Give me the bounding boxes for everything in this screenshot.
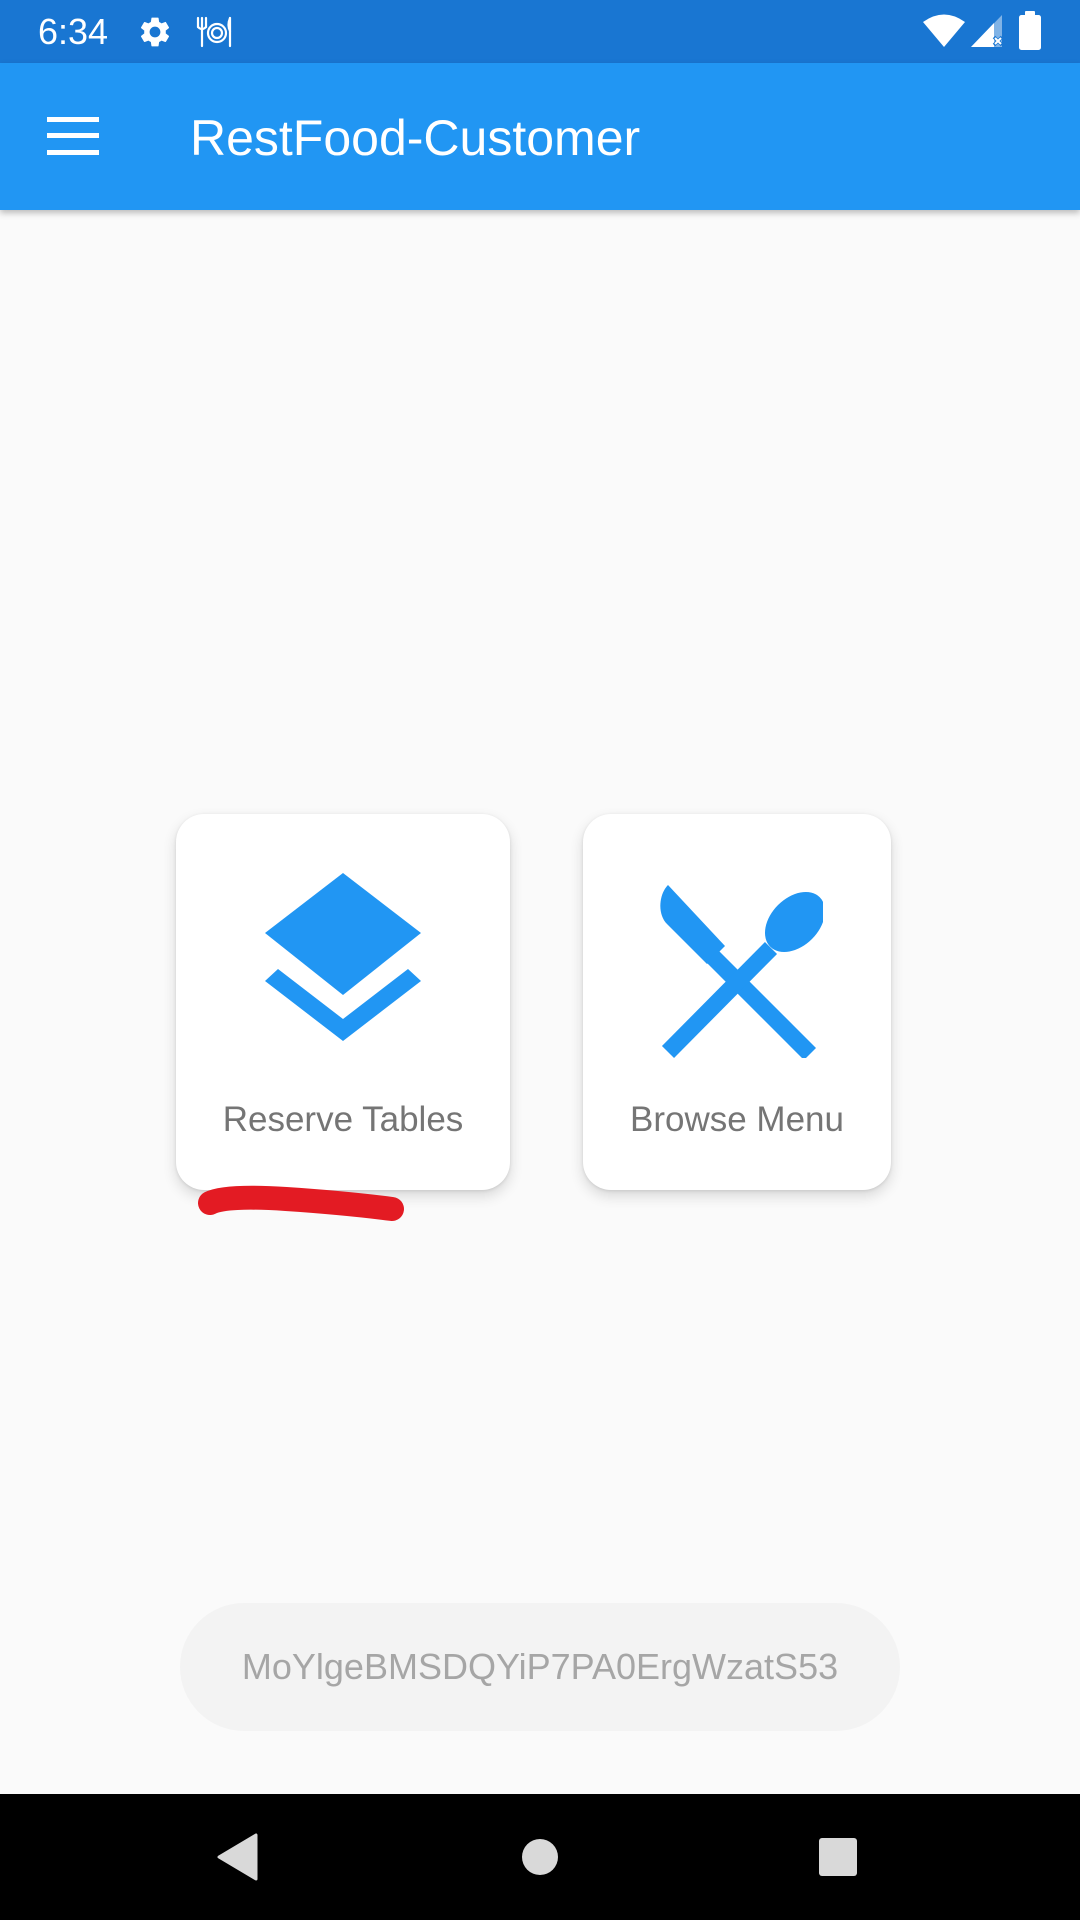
app-bar: RestFood-Customer	[0, 63, 1080, 210]
layers-icon	[265, 873, 421, 1041]
restaurant-icon	[196, 16, 232, 48]
browse-menu-card[interactable]: Browse Menu	[583, 814, 891, 1190]
user-id-chip: MoYlgeBMSDQYiP7PA0ErgWzatS53	[180, 1603, 900, 1731]
back-button[interactable]	[178, 1812, 298, 1902]
menu-button[interactable]	[20, 93, 126, 179]
status-time: 6:34	[38, 11, 109, 52]
reserve-tables-label: Reserve Tables	[222, 1100, 464, 1139]
fork-knife-icon	[660, 885, 823, 1058]
red-underline-annotation	[198, 1185, 404, 1221]
app-title: RestFood-Customer	[190, 110, 641, 166]
reserve-tables-card[interactable]: Reserve Tables	[176, 814, 510, 1190]
wifi-icon	[923, 14, 965, 47]
home-icon	[522, 1839, 558, 1875]
back-icon	[217, 1833, 258, 1881]
browse-menu-label: Browse Menu	[630, 1100, 844, 1139]
recents-icon	[819, 1838, 857, 1876]
user-id-text: MoYlgeBMSDQYiP7PA0ErgWzatS53	[241, 1646, 839, 1687]
navigation-bar	[0, 1794, 1080, 1920]
home-button[interactable]	[480, 1812, 600, 1902]
status-bar: 6:34	[0, 0, 1080, 63]
hamburger-menu-icon	[47, 117, 99, 155]
gear-icon	[140, 17, 170, 47]
recents-button[interactable]	[778, 1812, 898, 1902]
signal-icon	[971, 15, 1004, 47]
battery-icon	[1019, 11, 1041, 50]
